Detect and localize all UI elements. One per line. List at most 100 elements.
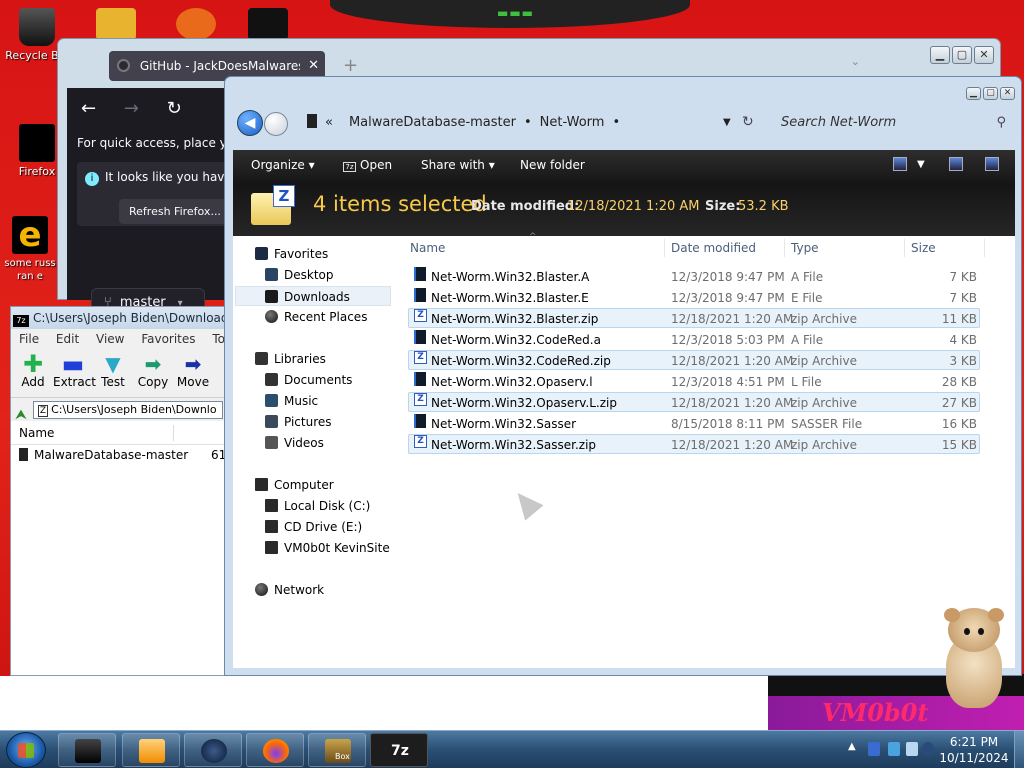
search-input[interactable]: Search Net-Worm ⚲ (775, 109, 1012, 137)
nav-network[interactable]: Network (255, 580, 324, 600)
copy-button[interactable]: ➡ Copy (133, 349, 173, 389)
up-folder-icon[interactable]: ⮝ (15, 407, 27, 421)
share-with-button[interactable]: Share with ▾ (421, 150, 495, 180)
reload-icon[interactable]: ↻ (167, 98, 182, 119)
7zip-icon: 7z (391, 743, 409, 759)
new-tab-button[interactable]: + (343, 55, 358, 76)
monitor-tray-icon[interactable] (906, 742, 918, 756)
extract-button[interactable]: ▬ Extract (53, 349, 96, 389)
tab-list-chevron-icon[interactable]: ⌄ (851, 55, 860, 68)
back-arrow-icon[interactable]: ← (81, 98, 96, 119)
7zip-column-name[interactable]: Name (19, 426, 54, 440)
desktop-icon-orange[interactable] (176, 8, 216, 40)
column-header-date[interactable]: Date modified (671, 236, 756, 260)
breadcrumb-separator[interactable]: • (524, 115, 532, 130)
file-row[interactable]: Net-Worm.Win32.Opaserv.l 12/3/2018 4:51 P… (408, 371, 980, 391)
nav-documents[interactable]: Documents (265, 370, 352, 390)
back-button[interactable]: ◀ (237, 110, 263, 136)
file-row[interactable]: Net-Worm.Win32.CodeRed.a 12/3/2018 5:03 P… (408, 329, 980, 349)
file-name: Net-Worm.Win32.Sasser.zip (431, 438, 597, 452)
nav-vmbot-share[interactable]: VM0b0t KevinSite (265, 538, 390, 558)
refresh-firefox-button[interactable]: Refresh Firefox... (119, 199, 227, 224)
file-row[interactable]: Net-Worm.Win32.Blaster.A 12/3/2018 9:47 P… (408, 266, 980, 286)
breadcrumb-malwaredatabase[interactable]: MalwareDatabase-master (349, 115, 516, 130)
taskbar-steam[interactable] (184, 733, 242, 767)
start-button[interactable] (6, 732, 46, 768)
maximize-button[interactable]: ▢ (983, 87, 998, 100)
menu-favorites[interactable]: Favorites (141, 332, 195, 346)
file-row[interactable]: Net-Worm.Win32.Sasser 8/15/2018 8:11 PM SA… (408, 413, 980, 433)
close-button[interactable]: ✕ (974, 46, 994, 64)
organize-button[interactable]: Organize ▾ (251, 150, 315, 180)
column-divider[interactable] (904, 239, 905, 257)
column-divider[interactable] (784, 239, 785, 257)
preview-pane-icon[interactable] (949, 157, 963, 171)
menu-file[interactable]: File (19, 332, 39, 346)
open-button[interactable]: 7z Open (343, 150, 392, 180)
column-header-size[interactable]: Size (911, 236, 936, 260)
taskbar-media-player[interactable] (122, 733, 180, 767)
nav-videos[interactable]: Videos (265, 433, 324, 453)
documents-icon (265, 373, 278, 386)
maximize-button[interactable]: ▢ (952, 46, 972, 64)
refresh-icon[interactable]: ↻ (742, 114, 754, 130)
file-row[interactable]: Z Net-Worm.Win32.Blaster.zip 12/18/2021 1:… (408, 308, 980, 328)
column-divider[interactable] (173, 425, 174, 441)
volume-tray-icon[interactable] (922, 742, 934, 756)
view-options-icon[interactable] (893, 157, 907, 171)
desktop-icon-folder-1[interactable] (96, 8, 136, 40)
nav-local-disk[interactable]: Local Disk (C:) (265, 496, 370, 516)
add-button[interactable]: ✚ Add (13, 349, 53, 389)
tray-expand-icon[interactable]: ▲ (848, 741, 856, 752)
nav-downloads[interactable]: Downloads (235, 286, 391, 306)
column-header-name[interactable]: Name (410, 236, 445, 260)
nav-favorites[interactable]: Favorites (255, 244, 328, 264)
file-row[interactable]: Z Net-Worm.Win32.CodeRed.zip 12/18/2021 1:… (408, 350, 980, 370)
nav-recent-places[interactable]: Recent Places (265, 307, 367, 327)
nav-cd-drive[interactable]: CD Drive (E:) (265, 517, 362, 537)
nav-libraries[interactable]: Libraries (255, 349, 326, 369)
forward-arrow-icon[interactable]: → (124, 98, 139, 119)
menu-edit[interactable]: Edit (56, 332, 79, 346)
new-folder-button[interactable]: New folder (520, 150, 585, 180)
taskbar-clock[interactable]: 6:21 PM 10/11/2024 (937, 734, 1011, 766)
nav-music[interactable]: Music (265, 391, 318, 411)
column-header-type[interactable]: Type (791, 236, 819, 260)
address-bar[interactable]: « MalwareDatabase-master • Net-Worm • (307, 110, 759, 136)
network-tray-icon[interactable] (868, 742, 880, 756)
help-icon[interactable] (985, 157, 999, 171)
nav-desktop[interactable]: Desktop (265, 265, 334, 285)
display-tray-icon[interactable] (888, 742, 900, 756)
search-icon[interactable]: ⚲ (996, 109, 1006, 137)
desktop-icon-russian[interactable]: e some russ ran e (0, 216, 60, 283)
nav-pictures[interactable]: Pictures (265, 412, 332, 432)
show-desktop-button[interactable] (1014, 731, 1024, 768)
taskbar-7zip[interactable]: 7z (370, 733, 428, 767)
move-label: Move (176, 375, 210, 389)
forward-button[interactable] (264, 112, 288, 136)
breadcrumb-net-worm[interactable]: Net-Worm (540, 115, 605, 130)
file-row[interactable]: Net-Worm.Win32.Blaster.E 12/3/2018 9:47 P… (408, 287, 980, 307)
file-row[interactable]: Z Net-Worm.Win32.Sasser.zip 12/18/2021 1:2… (408, 434, 980, 454)
firefox-window-controls: ▁ ▢ ✕ (928, 46, 994, 64)
7zip-path-input[interactable]: Z C:\Users\Joseph Biden\Downlo (32, 401, 223, 419)
file-row[interactable]: Z Net-Worm.Win32.Opaserv.L.zip 12/18/2021 … (408, 392, 980, 412)
column-divider[interactable] (984, 239, 985, 257)
view-dropdown-icon[interactable]: ▼ (917, 150, 925, 180)
taskbar-bonzi-box[interactable]: Box (308, 733, 366, 767)
taskbar-explorer[interactable] (58, 733, 116, 767)
desktop-icon-dark[interactable] (248, 8, 288, 40)
7zip-list-row[interactable]: MalwareDatabase-master 61 (11, 445, 226, 465)
nav-computer[interactable]: Computer (255, 475, 334, 495)
menu-view[interactable]: View (96, 332, 124, 346)
test-button[interactable]: ▼ Test (93, 349, 133, 389)
close-button[interactable]: ✕ (1000, 87, 1015, 100)
taskbar-firefox[interactable] (246, 733, 304, 767)
column-divider[interactable] (664, 239, 665, 257)
breadcrumb-separator[interactable]: • (612, 115, 620, 130)
minimize-button[interactable]: ▁ (930, 46, 950, 64)
move-button[interactable]: ➡ Move (173, 349, 213, 389)
minimize-button[interactable]: ▁ (966, 87, 981, 100)
nav-desktop-label: Desktop (284, 268, 334, 282)
address-dropdown-icon[interactable]: ▼ (723, 117, 731, 128)
